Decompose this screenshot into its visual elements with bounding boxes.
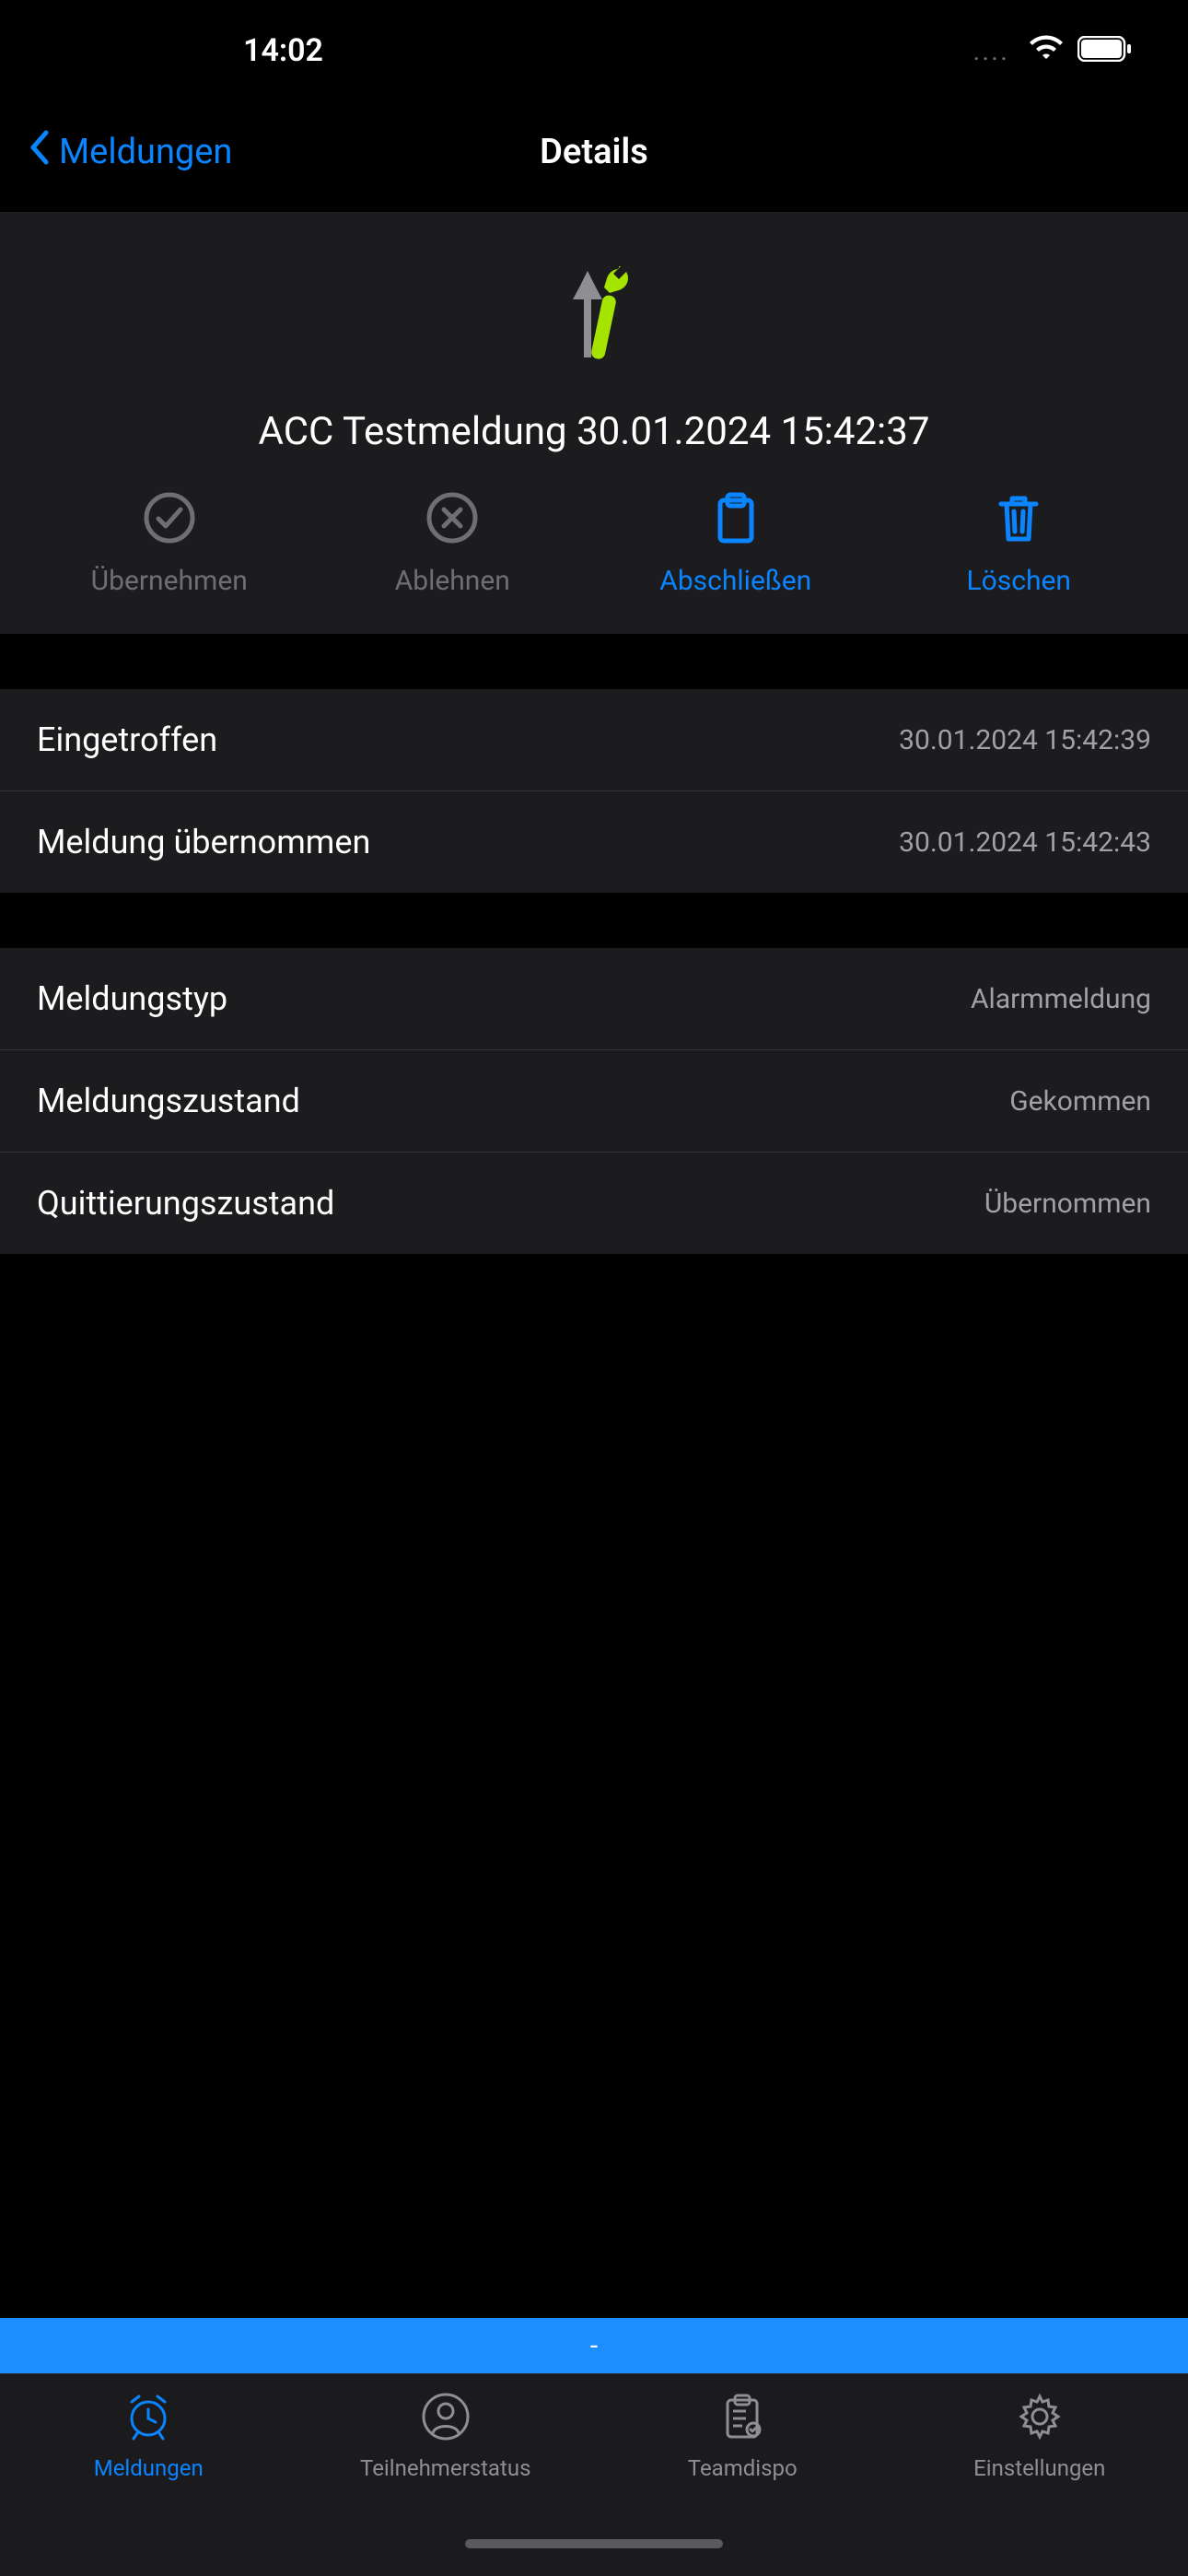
x-circle-icon [425,491,479,548]
tab-teilnehmerstatus-label: Teilnehmerstatus [360,2455,530,2481]
back-button[interactable]: Meldungen [28,129,232,175]
loeschen-button[interactable]: Löschen [878,491,1161,597]
eingetroffen-value: 30.01.2024 15:42:39 [899,724,1151,756]
meldungstyp-label: Meldungstyp [37,979,227,1018]
meldungszustand-label: Meldungszustand [37,1082,300,1120]
quittierungszustand-label: Quittierungszustand [37,1184,334,1223]
tab-teilnehmerstatus[interactable]: Teilnehmerstatus [297,2391,595,2481]
status-time: 14:02 [243,32,323,69]
clipboard-check-icon [716,2391,768,2446]
home-indicator-area [0,2539,1188,2576]
meldungszustand-value: Gekommen [1009,1085,1151,1118]
trash-icon [992,491,1045,548]
row-meldung-uebernommen: Meldung übernommen 30.01.2024 15:42:43 [0,791,1188,893]
tab-einstellungen-label: Einstellungen [973,2455,1105,2481]
detail-header-card: ACC Testmeldung 30.01.2024 15:42:37 Über… [0,212,1188,634]
status-strip[interactable]: - [0,2318,1188,2373]
uebernommen-label: Meldung übernommen [37,823,370,861]
ablehnen-label: Ablehnen [395,565,510,597]
alarm-wrench-icon [553,258,635,372]
nav-header: Meldungen Details [0,101,1188,203]
timestamps-section: Eingetroffen 30.01.2024 15:42:39 Meldung… [0,689,1188,893]
info-section: Meldungstyp Alarmmeldung Meldungszustand… [0,948,1188,1254]
checkmark-circle-icon [143,491,196,548]
uebernehmen-label: Übernehmen [91,565,248,597]
eingetroffen-label: Eingetroffen [37,720,217,759]
user-circle-icon [420,2391,472,2446]
gear-icon [1014,2391,1066,2446]
action-row: Übernehmen Ablehnen Abschließen Löschen [0,491,1188,597]
home-indicator[interactable] [465,2539,723,2548]
row-quittierungszustand: Quittierungszustand Übernommen [0,1153,1188,1254]
tab-teamdispo[interactable]: Teamdispo [594,2391,891,2481]
chevron-left-icon [28,129,50,175]
detail-title: ACC Testmeldung 30.01.2024 15:42:37 [222,409,967,454]
status-strip-text: - [590,2330,598,2362]
alarm-clock-icon [122,2391,174,2446]
tab-meldungen[interactable]: Meldungen [0,2391,297,2481]
uebernehmen-button: Übernehmen [28,491,311,597]
abschliessen-button[interactable]: Abschließen [594,491,878,597]
page-title: Details [540,132,648,172]
quittierungszustand-value: Übernommen [984,1188,1151,1220]
loeschen-label: Löschen [967,565,1071,597]
tab-meldungen-label: Meldungen [94,2455,204,2481]
tab-bar: Meldungen Teilnehmerstatus Teamdispo Ein… [0,2373,1188,2539]
battery-icon [1077,36,1133,65]
clipboard-icon [709,491,763,548]
ablehnen-button: Ablehnen [311,491,595,597]
tab-einstellungen[interactable]: Einstellungen [891,2391,1188,2481]
row-meldungstyp: Meldungstyp Alarmmeldung [0,948,1188,1050]
row-eingetroffen: Eingetroffen 30.01.2024 15:42:39 [0,689,1188,791]
abschliessen-label: Abschließen [659,565,811,597]
back-label: Meldungen [59,132,232,172]
row-meldungszustand: Meldungszustand Gekommen [0,1050,1188,1153]
meldungstyp-value: Alarmmeldung [971,983,1151,1015]
more-dots-icon: .... [973,35,1009,67]
wifi-icon [1028,35,1065,66]
tab-teamdispo-label: Teamdispo [688,2455,798,2481]
uebernommen-value: 30.01.2024 15:42:43 [899,826,1151,859]
status-bar: 14:02 .... [0,0,1188,101]
